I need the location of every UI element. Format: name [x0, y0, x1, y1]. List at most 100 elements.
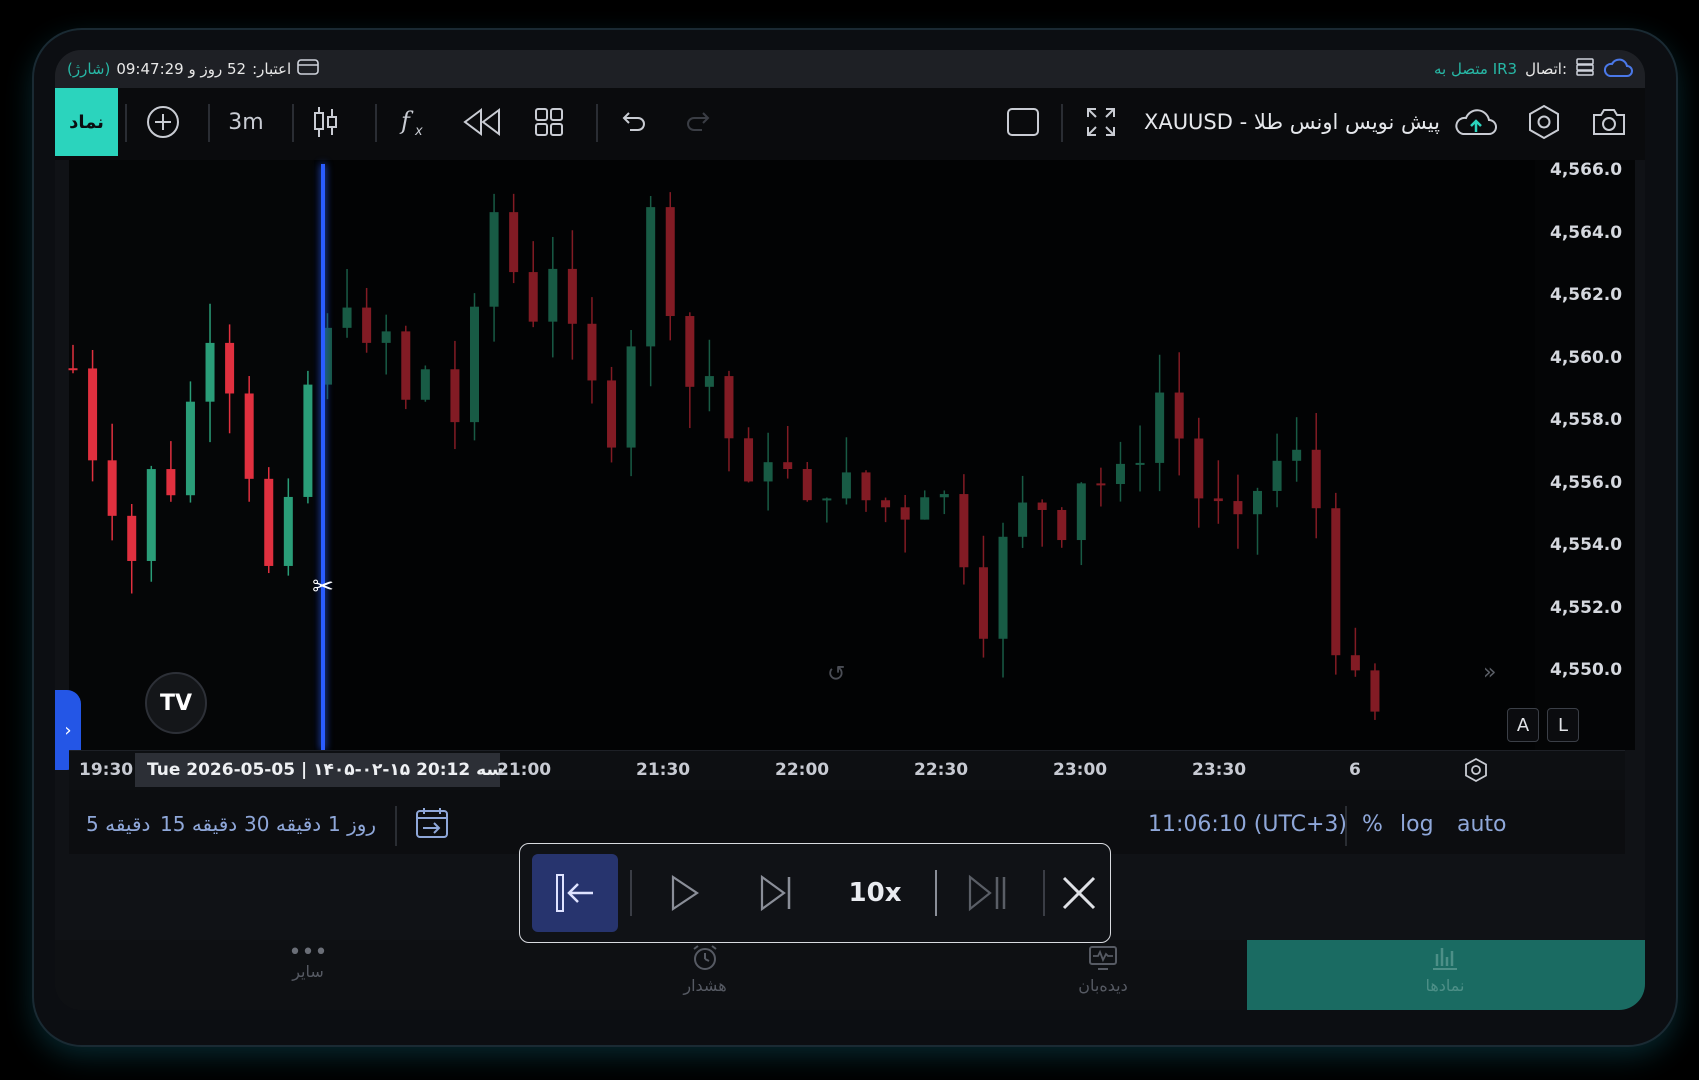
credit-label: اعتبار:: [252, 60, 292, 78]
candle-body: [244, 393, 254, 479]
divider: [1345, 806, 1347, 846]
time-tick: 22:30: [914, 760, 969, 780]
price-tick: 4,550.0: [1550, 660, 1623, 680]
candle-body: [68, 368, 78, 371]
cloud-icon: [1603, 55, 1633, 83]
replay-play-button[interactable]: [648, 854, 720, 932]
layout-grid-icon[interactable]: [525, 102, 573, 142]
candle-body: [264, 478, 274, 566]
percent-scale-button[interactable]: %: [1362, 812, 1383, 837]
clock-display[interactable]: 11:06:10 (UTC+3): [1148, 812, 1347, 837]
price-tick: 4,566.0: [1550, 160, 1623, 180]
toolbar-divider: [375, 104, 377, 142]
svg-text:f: f: [399, 107, 414, 135]
replay-step-forward-button[interactable]: [740, 854, 812, 932]
price-tick: 4,552.0: [1550, 597, 1623, 618]
reset-chart-icon[interactable]: ↺: [827, 662, 845, 687]
credit-status: اعتبار: 52 روز و 09:47:29 (شارژ): [67, 59, 319, 79]
play-icon: [671, 874, 699, 912]
close-icon: [1062, 876, 1096, 910]
svg-text:x: x: [414, 124, 423, 139]
tradingview-logo[interactable]: TV: [145, 672, 207, 734]
axis-settings-icon[interactable]: [1463, 757, 1489, 783]
alarm-clock-icon: [693, 945, 717, 970]
scroll-right-icon[interactable]: »: [1483, 660, 1496, 685]
more-icon: •••: [288, 940, 328, 965]
square-icon[interactable]: [1001, 102, 1045, 142]
nav-item-symbols[interactable]: نمادها: [1295, 944, 1595, 995]
timeframe-30m[interactable]: 30 دقیقه: [244, 812, 321, 836]
undo-icon[interactable]: [611, 102, 655, 142]
time-tick: 21:00: [497, 760, 552, 780]
connection-status: متصل به IR3 اتصال:: [1434, 55, 1633, 83]
nav-label: نمادها: [1425, 976, 1465, 995]
nav-item-watchlist[interactable]: دیده‌بان: [953, 944, 1253, 995]
redo-icon[interactable]: [677, 102, 721, 142]
connection-label: اتصال:: [1525, 60, 1567, 78]
candle-body: [166, 469, 176, 496]
skip-to-end-icon: [968, 874, 1006, 912]
chart-title: XAUUSD - پیش نویس اونس طلا: [1143, 110, 1440, 134]
crosshair-date-label: Tue 2026-05-05 | ۱۴۰۵-۰۲-۱۵ 20:12 سه: [135, 753, 503, 787]
bar-chart-icon: [1433, 948, 1457, 970]
add-icon[interactable]: [141, 102, 185, 142]
price-tick: 4,554.0: [1550, 535, 1623, 555]
auto-scale-toggle[interactable]: auto: [1457, 812, 1507, 837]
timeframe-5m[interactable]: 5 دقیقه: [86, 812, 150, 836]
replay-select-start-button[interactable]: [532, 854, 618, 932]
time-tick: 6: [1349, 760, 1361, 780]
divider: [630, 870, 632, 916]
replay-speed-button[interactable]: 10x: [830, 854, 920, 932]
time-tick: 23:00: [1053, 760, 1108, 780]
timeframe-button[interactable]: 3m: [218, 102, 274, 142]
time-tick: 21:30: [636, 760, 691, 780]
nav-item-alerts[interactable]: هشدار: [555, 944, 855, 995]
nav-label: سایر: [292, 962, 324, 981]
nav-item-more[interactable]: ••• سایر: [158, 940, 458, 982]
time-tick: 22:00: [775, 760, 830, 780]
timeframe-1d[interactable]: 1 روز: [328, 812, 376, 836]
candlestick-icon[interactable]: [300, 102, 350, 142]
settings-icon[interactable]: [1522, 102, 1566, 142]
goto-date-icon[interactable]: [415, 806, 449, 840]
nav-label: دیده‌بان: [1078, 976, 1128, 995]
log-scale-button[interactable]: log: [1400, 812, 1434, 837]
app-screen: اعتبار: 52 روز و 09:47:29 (شارژ) متصل به…: [55, 50, 1645, 1010]
divider: [1043, 870, 1045, 916]
replay-cut-line[interactable]: [321, 164, 325, 750]
candle-body: [303, 384, 313, 497]
candle-body: [283, 496, 293, 566]
price-tick: 4,558.0: [1550, 410, 1623, 430]
toolbar-divider: [208, 104, 210, 142]
price-tick: 4,556.0: [1550, 472, 1623, 493]
fullscreen-icon[interactable]: [1079, 102, 1123, 142]
connection-value: متصل به IR3: [1434, 60, 1518, 78]
auto-scale-button[interactable]: A: [1507, 708, 1539, 742]
camera-icon[interactable]: [1587, 102, 1631, 142]
candle-body: [146, 469, 156, 561]
card-icon: [297, 59, 319, 79]
jump-to-start-icon: [556, 874, 593, 912]
toolbar-divider: [596, 104, 598, 142]
price-tick: 4,562.0: [1550, 285, 1623, 305]
server-icon: [1575, 57, 1595, 81]
toolbar-divider: [125, 104, 127, 142]
credit-value: 52 روز و 09:47:29: [116, 60, 247, 78]
candle-body: [107, 460, 117, 516]
price-tick: 4,560.0: [1550, 347, 1623, 368]
lock-scale-button[interactable]: L: [1547, 708, 1579, 742]
replay-close-button[interactable]: [1054, 854, 1104, 932]
symbol-button[interactable]: نماد: [55, 88, 118, 156]
time-tick: 19:30: [79, 760, 134, 780]
cloud-upload-icon[interactable]: [1451, 102, 1501, 142]
indicators-icon[interactable]: fx: [392, 102, 436, 142]
replay-rewind-icon[interactable]: [458, 102, 506, 142]
candle-body: [88, 368, 98, 461]
timeframe-15m[interactable]: 15 دقیقه: [160, 812, 237, 836]
replay-jump-to-realtime-button[interactable]: [952, 854, 1024, 932]
recharge-link[interactable]: (شارژ): [67, 60, 110, 78]
scissors-icon[interactable]: ✂: [307, 572, 339, 608]
candle-body: [205, 342, 215, 402]
price-tick: 4,564.0: [1550, 222, 1623, 243]
monitor-pulse-icon: [1089, 946, 1117, 970]
